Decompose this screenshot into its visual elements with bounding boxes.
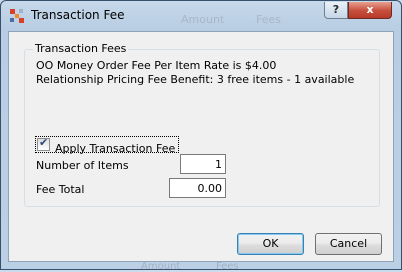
window-title: Transaction Fee xyxy=(31,8,125,22)
number-of-items-input[interactable]: 1 xyxy=(180,154,226,174)
help-icon: ? xyxy=(332,3,340,16)
fee-rate-text: OO Money Order Fee Per Item Rate is $4.0… xyxy=(36,59,277,72)
check-mark-icon: ✔ xyxy=(39,136,49,149)
transaction-fee-dialog: Transaction Fee Amount Fees ? x Amount F… xyxy=(0,0,402,272)
fee-benefit-text: Relationship Pricing Fee Benefit: 3 free… xyxy=(36,73,355,86)
background-ghost-text: Fees xyxy=(216,261,239,272)
apply-transaction-fee-label: Apply Transaction Fee xyxy=(55,142,176,155)
background-ghost-text: Amount xyxy=(141,261,181,272)
background-ghost-text: Amount xyxy=(181,13,225,26)
title-bar[interactable]: Transaction Fee Amount Fees ? x xyxy=(1,1,401,31)
close-button[interactable]: x xyxy=(348,2,392,19)
number-of-items-label: Number of Items xyxy=(36,159,129,172)
help-button[interactable]: ? xyxy=(324,2,348,19)
fee-total-label: Fee Total xyxy=(36,183,85,196)
apply-transaction-fee-checkbox[interactable]: ✔ Apply Transaction Fee xyxy=(35,136,180,155)
background-ghost-text: Fees xyxy=(256,13,281,26)
cancel-button[interactable]: Cancel xyxy=(315,233,382,255)
app-icon xyxy=(9,8,25,24)
checkbox-box[interactable]: ✔ xyxy=(37,136,50,151)
transaction-fees-group: Transaction Fees OO Money Order Fee Per … xyxy=(24,42,380,207)
fee-total-input[interactable]: 0.00 xyxy=(169,178,226,198)
close-icon: x xyxy=(366,3,374,16)
dialog-client-area: Transaction Fees OO Money Order Fee Per … xyxy=(8,31,394,262)
group-title: Transaction Fees xyxy=(33,42,129,55)
ok-button[interactable]: OK xyxy=(237,233,304,255)
